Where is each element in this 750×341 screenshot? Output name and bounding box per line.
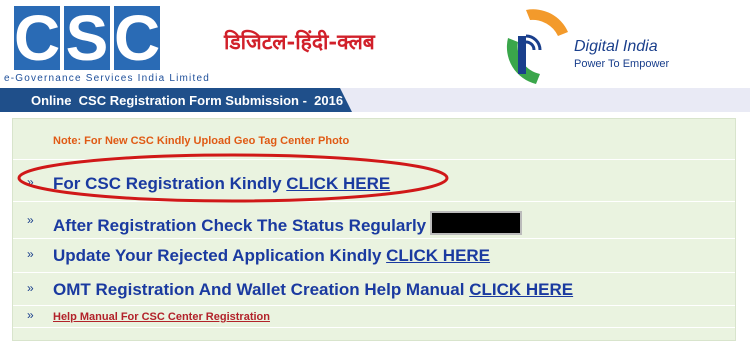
bullet-icon: » — [27, 308, 34, 322]
digital-india-title: Digital India — [574, 38, 658, 55]
links-panel: Note: For New CSC Kindly Upload Geo Tag … — [12, 118, 736, 341]
omt-help-manual-link[interactable]: CLICK HERE — [469, 280, 573, 299]
list-item: » After Registration Check The Status Re… — [13, 201, 735, 239]
page-header: C S C e-Governance Services India Limite… — [0, 0, 750, 88]
rejected-application-link[interactable]: CLICK HERE — [386, 246, 490, 265]
bullet-icon: » — [27, 281, 34, 295]
csc-logo-letter: C — [14, 2, 61, 74]
bullet-icon: » — [27, 247, 34, 261]
digital-india-subtitle: Power To Empower — [574, 58, 670, 70]
page-title: Online CSC Registration Form Submission … — [31, 93, 344, 108]
bullet-icon: » — [27, 175, 34, 189]
list-item-text: OMT Registration And Wallet Creation Hel… — [53, 280, 573, 300]
help-manual-link[interactable]: Help Manual For CSC Center Registration — [53, 311, 270, 323]
list-item: Note: For New CSC Kindly Upload Geo Tag … — [13, 119, 735, 160]
csc-registration-link[interactable]: CLICK HERE — [286, 174, 390, 193]
list-item-label: Update Your Rejected Application Kindly — [53, 246, 387, 265]
list-item-text: Update Your Rejected Application Kindly … — [53, 246, 490, 266]
csc-logo-letter: S — [64, 2, 110, 74]
redacted-link[interactable] — [430, 211, 523, 235]
list-item-text: After Registration Check The Status Regu… — [53, 211, 523, 236]
list-item: » Update Your Rejected Application Kindl… — [13, 238, 735, 273]
list-item: » For CSC Registration Kindly CLICK HERE — [13, 159, 735, 202]
bullet-icon: » — [27, 213, 34, 227]
list-item-label: After Registration Check The Status Regu… — [53, 216, 427, 235]
list-item: » Help Manual For CSC Center Registratio… — [13, 305, 735, 328]
list-item-label: OMT Registration And Wallet Creation Hel… — [53, 280, 470, 299]
content-area: Note: For New CSC Kindly Upload Geo Tag … — [0, 112, 750, 341]
csc-tagline: e-Governance Services India Limited — [4, 73, 210, 84]
digital-india-icon — [506, 9, 568, 84]
list-item-label: For CSC Registration Kindly — [53, 174, 287, 193]
title-bar-tab: Online CSC Registration Form Submission … — [0, 88, 352, 112]
title-bar: Online CSC Registration Form Submission … — [0, 88, 750, 112]
list-item-text: For CSC Registration Kindly CLICK HERE — [53, 174, 390, 194]
hindi-club-title: डिजिटल-हिंदी-क्लब — [224, 29, 375, 54]
note-text: Note: For New CSC Kindly Upload Geo Tag … — [53, 135, 350, 147]
list-item: » OMT Registration And Wallet Creation H… — [13, 272, 735, 306]
csc-logo-letter: C — [114, 2, 161, 74]
